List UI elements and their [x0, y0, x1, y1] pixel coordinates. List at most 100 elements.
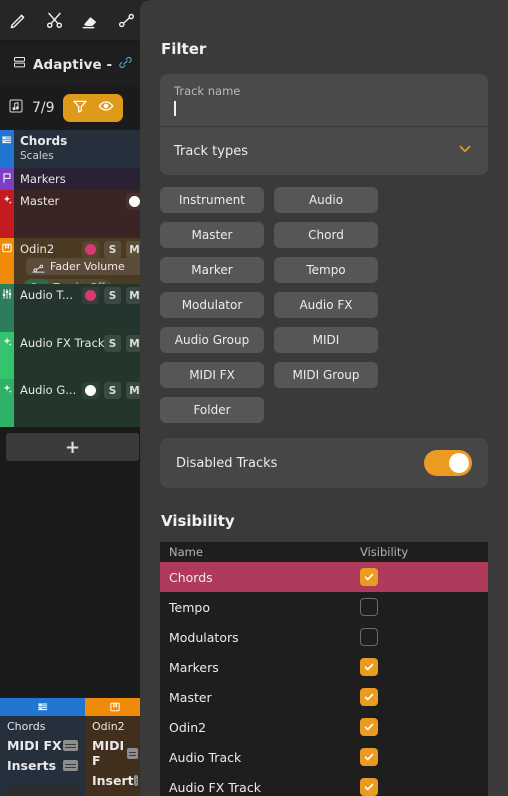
- track-type-chip[interactable]: Master: [160, 222, 264, 248]
- keyboard-icon[interactable]: [63, 760, 78, 771]
- visibility-row[interactable]: Audio Track: [160, 742, 488, 772]
- mixer-strip[interactable]: Odin2 MIDI F Insert: [85, 698, 145, 796]
- track-type-chip[interactable]: Audio Group: [160, 327, 264, 353]
- mixer-strip-header: [85, 698, 145, 716]
- visibility-checkbox-cell[interactable]: [360, 568, 480, 586]
- visibility-checkbox-cell[interactable]: [360, 658, 480, 676]
- visibility-row-name: Modulators: [169, 629, 239, 645]
- track-type-chip[interactable]: Tempo: [274, 257, 378, 283]
- visibility-checkbox[interactable]: [360, 598, 378, 616]
- column-header-visibility: Visibility: [360, 545, 409, 559]
- track-row[interactable]: Audio FX Track S M: [0, 332, 145, 379]
- edit-tools-toolbar: [0, 0, 145, 40]
- scissors-icon[interactable]: [36, 0, 72, 40]
- keyboard-icon[interactable]: [133, 775, 138, 786]
- visibility-row[interactable]: Modulators: [160, 622, 488, 652]
- solo-button[interactable]: S: [104, 382, 121, 399]
- track-controls: SM: [82, 287, 143, 304]
- record-arm-button[interactable]: [82, 382, 99, 399]
- visibility-checkbox-cell[interactable]: [360, 778, 480, 796]
- track-row[interactable]: Odin2SMFader VolumeOnTouchOff: [0, 238, 145, 284]
- adaptive-snap-control[interactable]: Adaptive -: [0, 43, 145, 86]
- visibility-row[interactable]: Tempo: [160, 592, 488, 622]
- solo-button[interactable]: S: [104, 335, 121, 352]
- eye-icon[interactable]: [98, 98, 114, 118]
- visibility-row[interactable]: Master: [160, 682, 488, 712]
- track-type-chip[interactable]: Audio: [274, 187, 378, 213]
- track-row[interactable]: Master: [0, 190, 145, 238]
- visibility-row[interactable]: Audio FX Track: [160, 772, 488, 796]
- record-arm-button[interactable]: [82, 241, 99, 258]
- track-sublabel: Scales: [20, 150, 54, 162]
- mixer-strip[interactable]: Chords MIDI FX Inserts: [0, 698, 85, 796]
- pencil-icon[interactable]: [0, 0, 36, 40]
- filter-icon[interactable]: [72, 98, 88, 118]
- mixer-slot-row[interactable]: MIDI F: [85, 733, 145, 768]
- keyboard-icon[interactable]: [126, 747, 138, 759]
- visibility-row[interactable]: Odin2: [160, 712, 488, 742]
- eraser-icon[interactable]: [72, 0, 108, 40]
- track-row[interactable]: Chords Scales: [0, 130, 145, 168]
- track-type-chip[interactable]: Audio FX: [274, 292, 378, 318]
- solo-button[interactable]: S: [104, 287, 121, 304]
- visibility-row[interactable]: Markers: [160, 652, 488, 682]
- track-name-field[interactable]: Track name: [160, 74, 488, 126]
- text-caret: [174, 100, 176, 116]
- keyboard-icon[interactable]: [63, 740, 78, 751]
- track-type-chip[interactable]: MIDI: [274, 327, 378, 353]
- solo-button[interactable]: S: [104, 241, 121, 258]
- track-color-stripe[interactable]: [0, 332, 14, 379]
- track-controls: SM: [82, 241, 143, 258]
- visibility-checkbox[interactable]: [360, 628, 378, 646]
- visibility-checkbox-cell[interactable]: [360, 688, 480, 706]
- track-name-input[interactable]: [174, 98, 474, 118]
- visibility-table: Name Visibility Chords Tempo Modulators Mar…: [160, 542, 488, 796]
- visibility-checkbox-cell[interactable]: [360, 718, 480, 736]
- track-type-chip[interactable]: Folder: [160, 397, 264, 423]
- track-type-chip[interactable]: Modulator: [160, 292, 264, 318]
- track-color-stripe[interactable]: [0, 168, 14, 190]
- track-row[interactable]: Audio T... S M: [0, 284, 145, 332]
- ramp-icon[interactable]: [108, 0, 144, 40]
- track-row[interactable]: Audio G... S M: [0, 379, 145, 427]
- visibility-checkbox-cell[interactable]: [360, 748, 480, 766]
- chevron-down-icon[interactable]: [456, 140, 474, 162]
- add-track-button[interactable]: +: [6, 433, 139, 461]
- automation-icon: [32, 260, 45, 273]
- visibility-checkbox[interactable]: [360, 718, 378, 736]
- filter-visibility-pill[interactable]: [62, 94, 123, 122]
- visibility-checkbox[interactable]: [360, 658, 378, 676]
- track-type-chip[interactable]: MIDI FX: [160, 362, 264, 388]
- track-color-stripe[interactable]: [0, 130, 14, 168]
- mixer-slot-row[interactable]: Inserts: [0, 753, 85, 773]
- track-type-chip[interactable]: Instrument: [160, 187, 264, 213]
- visibility-checkbox-cell[interactable]: [360, 598, 480, 616]
- disabled-tracks-toggle[interactable]: [424, 450, 472, 476]
- mixer-strips: Chords MIDI FX Inserts Odin2 MIDI F Insert: [0, 698, 145, 796]
- note-icon: [8, 98, 24, 118]
- mixer-slot-row[interactable]: Insert: [85, 768, 145, 788]
- track-color-stripe[interactable]: [0, 284, 14, 332]
- track-color-stripe[interactable]: [0, 190, 14, 238]
- track-type-chip[interactable]: MIDI Group: [274, 362, 378, 388]
- disabled-tracks-label: Disabled Tracks: [176, 455, 278, 471]
- track-type-chip[interactable]: Marker: [160, 257, 264, 283]
- visibility-checkbox[interactable]: [360, 688, 378, 706]
- track-type-chip[interactable]: Chord: [274, 222, 378, 248]
- visibility-checkbox[interactable]: [360, 568, 378, 586]
- visibility-checkbox[interactable]: [360, 748, 378, 766]
- disabled-tracks-row[interactable]: Disabled Tracks: [160, 438, 488, 488]
- visibility-row[interactable]: Chords: [160, 562, 488, 592]
- track-color-stripe[interactable]: [0, 238, 14, 284]
- record-arm-button[interactable]: [82, 287, 99, 304]
- track-types-select[interactable]: Track types: [160, 127, 488, 175]
- mixer-plugin-slot[interactable]: [7, 786, 78, 796]
- automation-lane[interactable]: Fader Volume: [26, 258, 144, 275]
- mixer-slot-row[interactable]: MIDI FX: [0, 733, 85, 753]
- visibility-checkbox[interactable]: [360, 778, 378, 796]
- track-row[interactable]: Markers: [0, 168, 145, 190]
- visibility-checkbox-cell[interactable]: [360, 628, 480, 646]
- track-color-stripe[interactable]: [0, 379, 14, 427]
- link-icon[interactable]: [118, 55, 133, 74]
- filter-panel: Filter Track name Track types Instrument…: [140, 0, 508, 796]
